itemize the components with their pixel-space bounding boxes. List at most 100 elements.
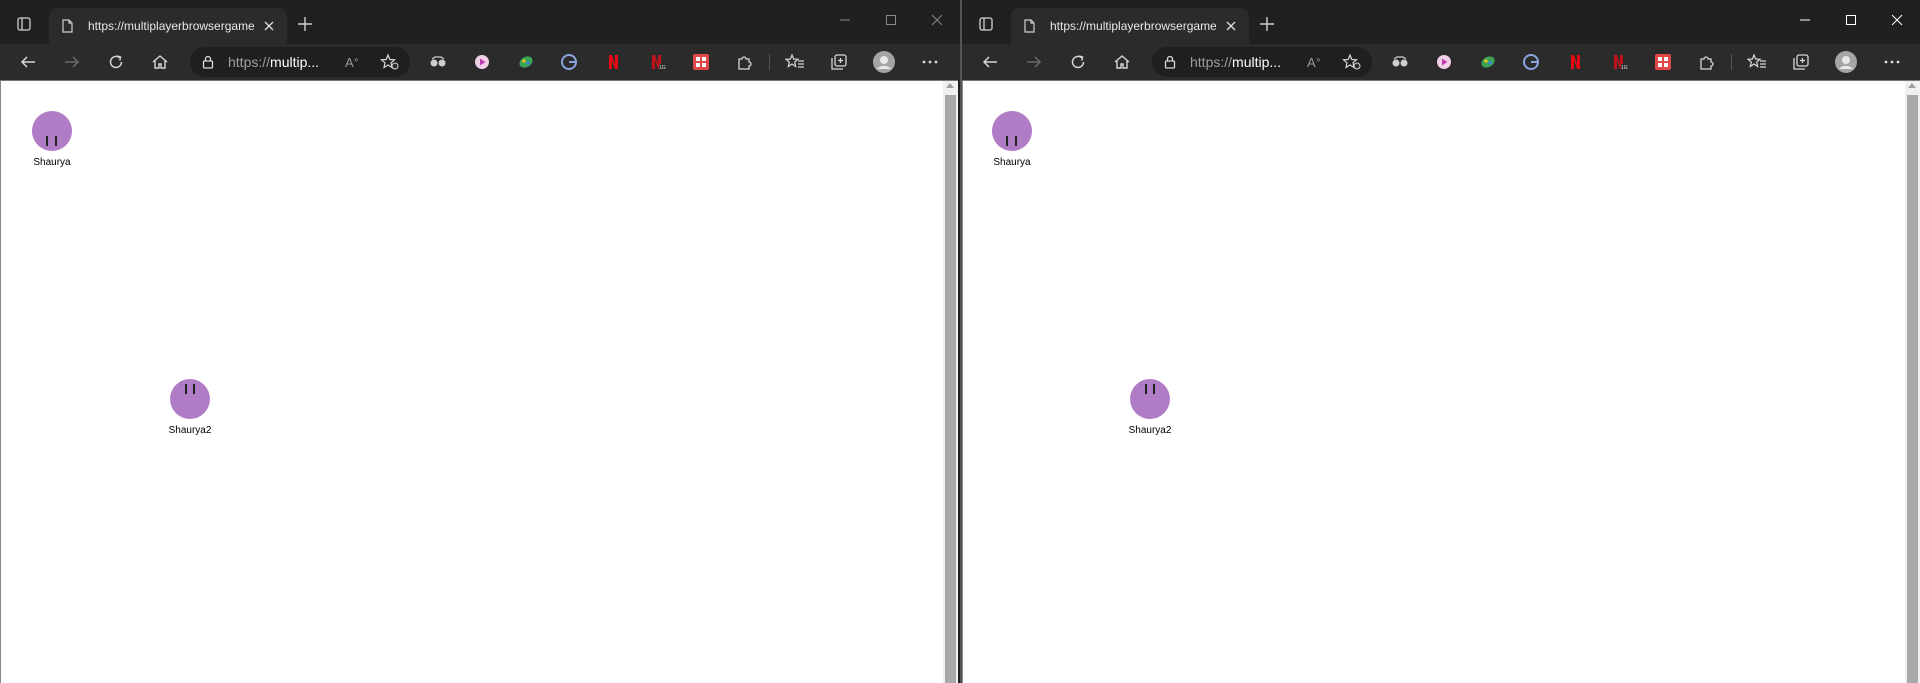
- read-aloud-icon[interactable]: A»: [342, 50, 366, 74]
- url-text: https://multip...: [1190, 54, 1281, 70]
- address-bar[interactable]: https://multip...: [1152, 47, 1372, 77]
- tab-title: https://multiplayerbrowsergame...: [1050, 19, 1217, 33]
- profile-avatar-icon[interactable]: [872, 50, 896, 74]
- browser-window-left: https://multiplayerbrowsergame... https:…: [0, 0, 960, 683]
- player-circle: [170, 379, 210, 419]
- extension-palette-icon[interactable]: [1476, 50, 1500, 74]
- address-bar[interactable]: https://multip...: [190, 47, 410, 77]
- more-icon[interactable]: [1880, 50, 1904, 74]
- svg-text:»: »: [1316, 55, 1321, 64]
- window-controls: [1782, 0, 1920, 40]
- extension-glasses-icon[interactable]: [426, 50, 450, 74]
- desktop: https://multiplayerbrowsergame... https:…: [0, 0, 1920, 683]
- minimize-button[interactable]: [822, 0, 868, 40]
- url-scheme: https://: [228, 54, 271, 70]
- refresh-icon[interactable]: [1066, 50, 1090, 74]
- extension-grid-icon[interactable]: [689, 50, 713, 74]
- close-window-button[interactable]: [914, 0, 960, 40]
- extension-grid-icon[interactable]: [1651, 50, 1675, 74]
- browser-tab[interactable]: https://multiplayerbrowsergame...: [49, 8, 287, 44]
- lock-icon[interactable]: [200, 54, 216, 70]
- page-icon: [59, 18, 75, 34]
- url-scheme: https://: [1190, 54, 1233, 70]
- svg-text:1G: 1G: [1621, 65, 1628, 71]
- scrollbar-thumb[interactable]: [1907, 95, 1918, 683]
- player-eye: [1006, 136, 1008, 146]
- more-icon[interactable]: [918, 50, 942, 74]
- svg-text:»: »: [354, 55, 359, 64]
- player-eye: [55, 136, 57, 146]
- game-canvas[interactable]: Shaurya Shaurya2: [962, 80, 1920, 683]
- player-name: Shaurya: [33, 157, 71, 168]
- svg-text:A: A: [1307, 55, 1316, 70]
- player-eye: [185, 384, 187, 394]
- url-host: multip...: [270, 54, 320, 70]
- player-eye: [1145, 384, 1147, 394]
- add-favorite-icon[interactable]: [378, 50, 402, 74]
- tab-title: https://multiplayerbrowsergame...: [88, 19, 255, 33]
- extension-play-icon[interactable]: [470, 50, 494, 74]
- page-icon: [1021, 18, 1037, 34]
- extension-netflix-red-icon[interactable]: 1G: [645, 50, 669, 74]
- forward-icon[interactable]: [1022, 50, 1046, 74]
- lock-icon[interactable]: [1162, 54, 1178, 70]
- collections-icon[interactable]: [1789, 50, 1813, 74]
- close-window-button[interactable]: [1874, 0, 1920, 40]
- minimize-button[interactable]: [1782, 0, 1828, 40]
- extension-g-icon[interactable]: [557, 50, 581, 74]
- player-name: Shaurya: [993, 157, 1031, 168]
- svg-text:1G: 1G: [659, 65, 666, 71]
- refresh-icon[interactable]: [104, 50, 128, 74]
- new-tab-button[interactable]: [295, 14, 315, 34]
- home-icon[interactable]: [148, 50, 172, 74]
- extension-g-icon[interactable]: [1519, 50, 1543, 74]
- scroll-up-arrow[interactable]: [946, 83, 954, 88]
- tab-actions-icon[interactable]: [974, 12, 998, 36]
- player-eye: [46, 136, 48, 146]
- browser-toolbar: https://multip... A» 1G: [962, 44, 1920, 80]
- extension-netflix-icon[interactable]: [1563, 50, 1587, 74]
- extension-play-icon[interactable]: [1432, 50, 1456, 74]
- maximize-button[interactable]: [868, 0, 914, 40]
- window-controls: [822, 0, 960, 40]
- home-icon[interactable]: [1110, 50, 1134, 74]
- title-bar: https://multiplayerbrowsergame...: [962, 0, 1920, 44]
- player-eye: [193, 384, 195, 394]
- url-text: https://multip...: [228, 54, 319, 70]
- browser-window-right: https://multiplayerbrowsergame... https:…: [960, 0, 1920, 683]
- read-aloud-icon[interactable]: A»: [1304, 50, 1328, 74]
- browser-toolbar: https://multip... A» 1G: [0, 44, 960, 80]
- close-tab-icon[interactable]: [261, 18, 277, 34]
- maximize-button[interactable]: [1828, 0, 1874, 40]
- favorites-icon[interactable]: [1745, 50, 1769, 74]
- favorites-icon[interactable]: [783, 50, 807, 74]
- extension-netflix-red-icon[interactable]: 1G: [1607, 50, 1631, 74]
- tab-actions-icon[interactable]: [12, 12, 36, 36]
- profile-avatar-icon[interactable]: [1834, 50, 1858, 74]
- scrollbar-thumb[interactable]: [945, 95, 956, 683]
- player-eye: [1015, 136, 1017, 146]
- vertical-scrollbar[interactable]: [1905, 81, 1920, 683]
- scroll-up-arrow[interactable]: [1908, 83, 1916, 88]
- back-icon[interactable]: [16, 50, 40, 74]
- new-tab-button[interactable]: [1257, 14, 1277, 34]
- extension-palette-icon[interactable]: [514, 50, 538, 74]
- browser-tab[interactable]: https://multiplayerbrowsergame...: [1011, 8, 1249, 44]
- game-canvas[interactable]: Shaurya Shaurya2: [0, 80, 958, 683]
- forward-icon[interactable]: [60, 50, 84, 74]
- player-circle: [32, 111, 72, 151]
- close-tab-icon[interactable]: [1223, 18, 1239, 34]
- extensions-icon[interactable]: [1695, 50, 1719, 74]
- player-name: Shaurya2: [1128, 425, 1172, 436]
- extensions-icon[interactable]: [733, 50, 757, 74]
- player-eye: [1153, 384, 1155, 394]
- player-circle: [992, 111, 1032, 151]
- back-icon[interactable]: [978, 50, 1002, 74]
- extension-glasses-icon[interactable]: [1388, 50, 1412, 74]
- collections-icon[interactable]: [827, 50, 851, 74]
- svg-text:A: A: [345, 55, 354, 70]
- add-favorite-icon[interactable]: [1340, 50, 1364, 74]
- url-host: multip...: [1232, 54, 1282, 70]
- vertical-scrollbar[interactable]: [943, 81, 958, 683]
- extension-netflix-icon[interactable]: [601, 50, 625, 74]
